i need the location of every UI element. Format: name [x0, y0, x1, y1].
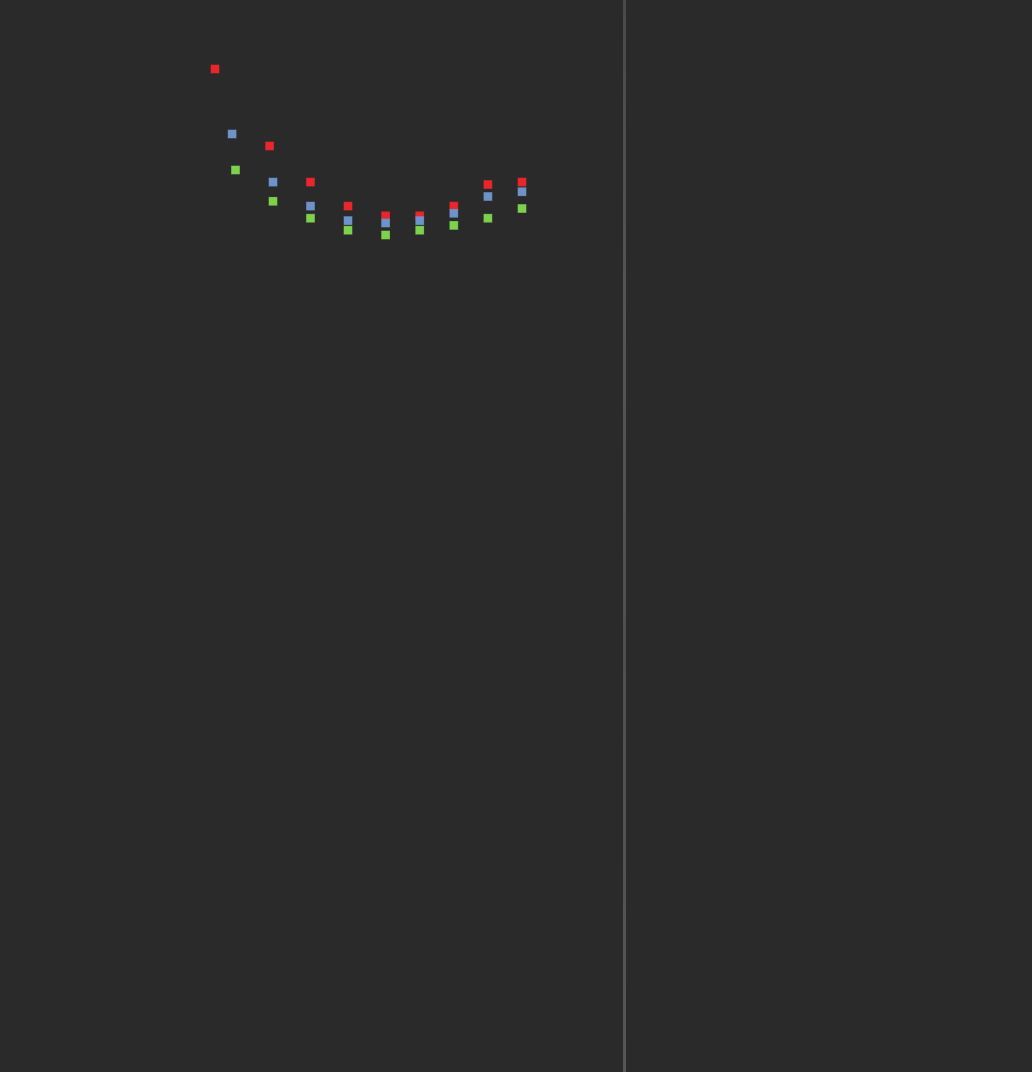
data-point-series2-8 [483, 192, 493, 201]
data-point-series3-6 [415, 225, 425, 235]
data-point-series2-3 [306, 201, 315, 211]
data-point-series1-3 [306, 177, 315, 187]
chart-canvas [0, 0, 1032, 1072]
data-point-series2-5 [381, 218, 391, 228]
data-point-series3-9 [517, 204, 527, 213]
data-point-series3-4 [343, 225, 353, 235]
data-point-series1-2 [265, 141, 275, 151]
data-point-series3-3 [306, 213, 315, 223]
data-point-series2-7 [449, 208, 459, 218]
data-point-series1-9 [517, 177, 527, 187]
data-point-series1-4 [343, 201, 353, 211]
data-point-series3-2 [268, 196, 278, 206]
data-point-series2-6 [415, 216, 425, 226]
data-point-series2-9 [517, 187, 527, 197]
data-point-series3-5 [381, 230, 391, 240]
data-point-series3-8 [483, 213, 493, 223]
data-point-series3-1 [231, 165, 240, 175]
data-point-series3-7 [449, 220, 459, 230]
right-pane [626, 0, 1032, 1072]
data-point-series1-8 [483, 180, 493, 189]
data-point-series1-1 [210, 64, 220, 74]
data-point-series2-4 [343, 216, 353, 226]
data-point-series2-2 [268, 177, 278, 187]
data-point-series2-1 [227, 129, 237, 139]
